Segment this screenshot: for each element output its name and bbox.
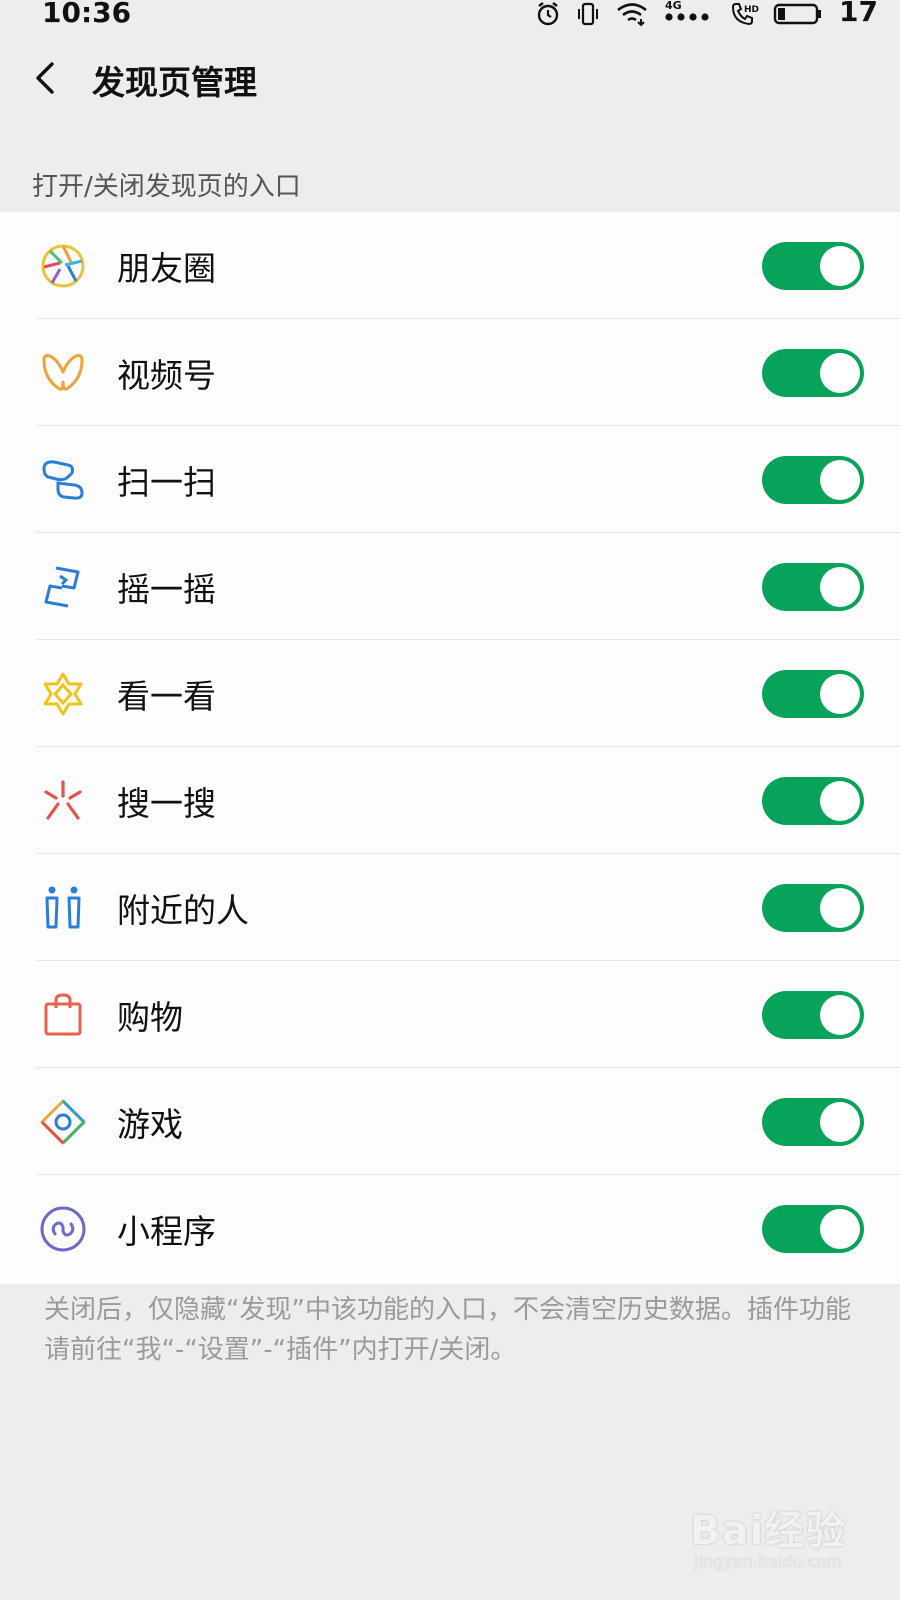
status-icons: 4G HD 17 (535, 0, 878, 28)
list-item-label: 游戏 (117, 1105, 183, 1144)
wifi-icon (617, 3, 647, 27)
list-item-mini-program: 小程序 (0, 1175, 900, 1282)
list-item-label: 朋友圈 (117, 249, 216, 288)
shake-icon (44, 566, 80, 608)
list-item-label: 附近的人 (117, 891, 249, 930)
list-item-label: 视频号 (117, 356, 216, 395)
alarm-icon (537, 2, 559, 26)
channels-butterfly-icon (42, 354, 84, 391)
list-item-label: 摇一摇 (117, 570, 216, 609)
list-item-label: 看一看 (117, 677, 216, 716)
scan-icon (42, 460, 84, 500)
battery-icon (773, 3, 822, 25)
hd-call-icon: HD (732, 3, 759, 26)
status-bar: 10:36 4G HD 17 (0, 0, 900, 29)
list-item-label: 搜一搜 (117, 784, 216, 823)
moments-aperture-icon (41, 244, 85, 288)
list-item-top-stories: 看一看 (0, 640, 900, 747)
toggle-switch[interactable] (762, 1205, 864, 1253)
toggle-knob (820, 781, 860, 821)
toggle-knob (820, 1102, 860, 1142)
toggle-knob (820, 460, 860, 500)
list-item-label: 小程序 (117, 1212, 216, 1251)
section-label: 打开/关闭发现页的入口 (32, 172, 301, 202)
toggle-switch[interactable] (762, 884, 864, 932)
signal-group: 4G (663, 0, 715, 27)
watermark-logo-text: Bai经验 (690, 1508, 847, 1554)
svg-text:HD: HD (744, 5, 759, 15)
shopping-bag-icon (44, 993, 82, 1036)
top-stories-star-icon (43, 672, 83, 716)
toggle-knob (820, 1209, 860, 1249)
toggle-switch[interactable] (762, 670, 864, 718)
toggle-knob (820, 246, 860, 286)
mini-program-icon (40, 1206, 86, 1252)
toggle-knob (820, 567, 860, 607)
toggle-switch[interactable] (762, 777, 864, 825)
list-item-moments: 朋友圈 (0, 212, 900, 319)
watermark: Bai经验 jingyan.baidu.com (690, 1498, 880, 1588)
page-title: 发现页管理 (92, 63, 257, 102)
list-item-search: 搜一搜 (0, 747, 900, 854)
vibrate-icon (578, 2, 599, 26)
list-item-scan: 扫一扫 (0, 426, 900, 533)
list-item-shake: 摇一摇 (0, 533, 900, 640)
toggle-knob (820, 353, 860, 393)
list-item-label: 扫一扫 (117, 463, 216, 502)
discover-entry-list: 朋友圈 视频号 扫一扫 摇一摇 看一看 搜一搜 附近的人 购物 游戏 小程序 (0, 212, 900, 1284)
header-bar: 发现页管理 (0, 28, 900, 128)
list-item-label: 购物 (117, 998, 183, 1037)
list-item-people-nearby: 附近的人 (0, 854, 900, 961)
signal-icon (665, 13, 709, 21)
battery-level: 17 (839, 0, 878, 28)
games-diamond-icon (40, 1099, 86, 1145)
chevron-left-icon[interactable] (26, 58, 66, 98)
list-item-channels: 视频号 (0, 319, 900, 426)
list-item-games: 游戏 (0, 1068, 900, 1175)
list-item-shopping: 购物 (0, 961, 900, 1068)
watermark-url: jingyan.baidu.com (694, 1552, 842, 1571)
toggle-switch[interactable] (762, 456, 864, 504)
people-nearby-icon (45, 886, 81, 929)
toggle-switch[interactable] (762, 1098, 864, 1146)
toggle-knob (820, 888, 860, 928)
toggle-switch[interactable] (762, 991, 864, 1039)
toggle-knob (820, 995, 860, 1035)
toggle-switch[interactable] (762, 242, 864, 290)
status-time: 10:36 (42, 0, 132, 29)
toggle-switch[interactable] (762, 349, 864, 397)
footer-note: 关闭后，仅隐藏“发现”中该功能的入口，不会清空历史数据。插件功能请前往“我“-“… (44, 1295, 851, 1365)
toggle-knob (820, 674, 860, 714)
toggle-switch[interactable] (762, 563, 864, 611)
search-sparkle-icon (44, 780, 82, 820)
